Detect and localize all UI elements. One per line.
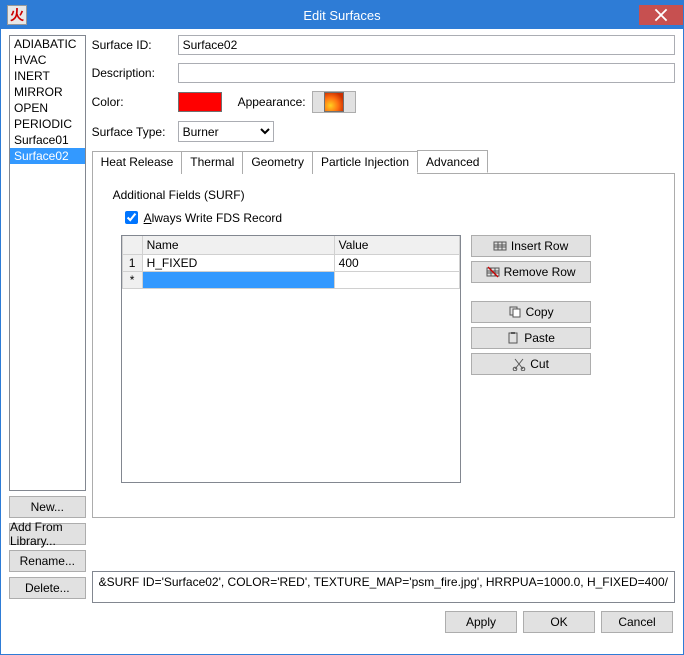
app-icon: 火 — [7, 5, 27, 25]
tab-geometry[interactable]: Geometry — [242, 151, 313, 174]
always-write-fds-checkbox[interactable] — [125, 211, 138, 224]
cut-button[interactable]: Cut — [471, 353, 591, 375]
remove-row-icon — [486, 265, 500, 279]
add-from-library-button[interactable]: Add From Library... — [9, 523, 86, 545]
tab-heat-release[interactable]: Heat Release — [92, 151, 183, 174]
tab-thermal[interactable]: Thermal — [181, 151, 243, 174]
close-button[interactable] — [639, 5, 683, 25]
grid-cell-value[interactable]: 400 — [334, 255, 459, 272]
grid-cell-name[interactable] — [142, 272, 334, 289]
surface-type-select[interactable]: Burner — [178, 121, 274, 142]
surface-list[interactable]: ADIABATICHVACINERTMIRROROPENPERIODICSurf… — [9, 35, 86, 491]
apply-button[interactable]: Apply — [445, 611, 517, 633]
color-swatch[interactable] — [178, 92, 222, 112]
grid-row[interactable]: 1H_FIXED400 — [122, 255, 459, 272]
close-icon — [654, 8, 668, 22]
grid-value-header[interactable]: Value — [334, 236, 459, 255]
remove-row-button[interactable]: Remove Row — [471, 261, 591, 283]
description-input[interactable] — [178, 63, 675, 83]
grid-cell-value[interactable] — [334, 272, 459, 289]
grid-cell-name[interactable]: H_FIXED — [142, 255, 334, 272]
ok-button[interactable]: OK — [523, 611, 595, 633]
surface-list-item[interactable]: PERIODIC — [10, 116, 85, 132]
window-title: Edit Surfaces — [1, 8, 683, 23]
appearance-label: Appearance: — [238, 95, 306, 109]
fds-output-line: &SURF ID='Surface02', COLOR='RED', TEXTU… — [92, 571, 675, 603]
copy-icon — [508, 305, 522, 319]
titlebar: 火 Edit Surfaces — [1, 1, 683, 29]
tab-bar: Heat ReleaseThermalGeometryParticle Inje… — [92, 150, 675, 173]
color-label: Color: — [92, 95, 172, 109]
rename-button[interactable]: Rename... — [9, 550, 86, 572]
surface-list-item[interactable]: INERT — [10, 68, 85, 84]
cut-icon — [512, 357, 526, 371]
always-write-fds-label: Always Write FDS Record — [144, 211, 283, 225]
delete-button[interactable]: Delete... — [9, 577, 86, 599]
insert-row-icon — [493, 239, 507, 253]
copy-button[interactable]: Copy — [471, 301, 591, 323]
surface-id-label: Surface ID: — [92, 38, 172, 52]
surface-list-item[interactable]: ADIABATIC — [10, 36, 85, 52]
surface-list-item[interactable]: Surface01 — [10, 132, 85, 148]
surface-list-item[interactable]: HVAC — [10, 52, 85, 68]
surface-list-item[interactable]: MIRROR — [10, 84, 85, 100]
paste-button[interactable]: Paste — [471, 327, 591, 349]
fields-grid[interactable]: Name Value 1H_FIXED400* — [121, 235, 461, 483]
tab-particle-injection[interactable]: Particle Injection — [312, 151, 418, 174]
grid-corner-header — [122, 236, 142, 255]
grid-row-header[interactable]: * — [122, 272, 142, 289]
surface-type-label: Surface Type: — [92, 125, 172, 139]
new-button[interactable]: New... — [9, 496, 86, 518]
surface-id-input[interactable] — [178, 35, 675, 55]
tab-advanced[interactable]: Advanced — [417, 150, 488, 173]
cancel-button[interactable]: Cancel — [601, 611, 673, 633]
paste-icon — [506, 331, 520, 345]
grid-name-header[interactable]: Name — [142, 236, 334, 255]
description-label: Description: — [92, 66, 172, 80]
insert-row-button[interactable]: Insert Row — [471, 235, 591, 257]
surface-list-item[interactable]: OPEN — [10, 100, 85, 116]
grid-row-header[interactable]: 1 — [122, 255, 142, 272]
surface-list-item[interactable]: Surface02 — [10, 148, 85, 164]
fire-texture-icon — [324, 92, 344, 112]
advanced-panel: Additional Fields (SURF) Always Write FD… — [92, 173, 675, 518]
additional-fields-title: Additional Fields (SURF) — [113, 188, 660, 202]
grid-row[interactable]: * — [122, 272, 459, 289]
appearance-button[interactable] — [312, 91, 356, 113]
